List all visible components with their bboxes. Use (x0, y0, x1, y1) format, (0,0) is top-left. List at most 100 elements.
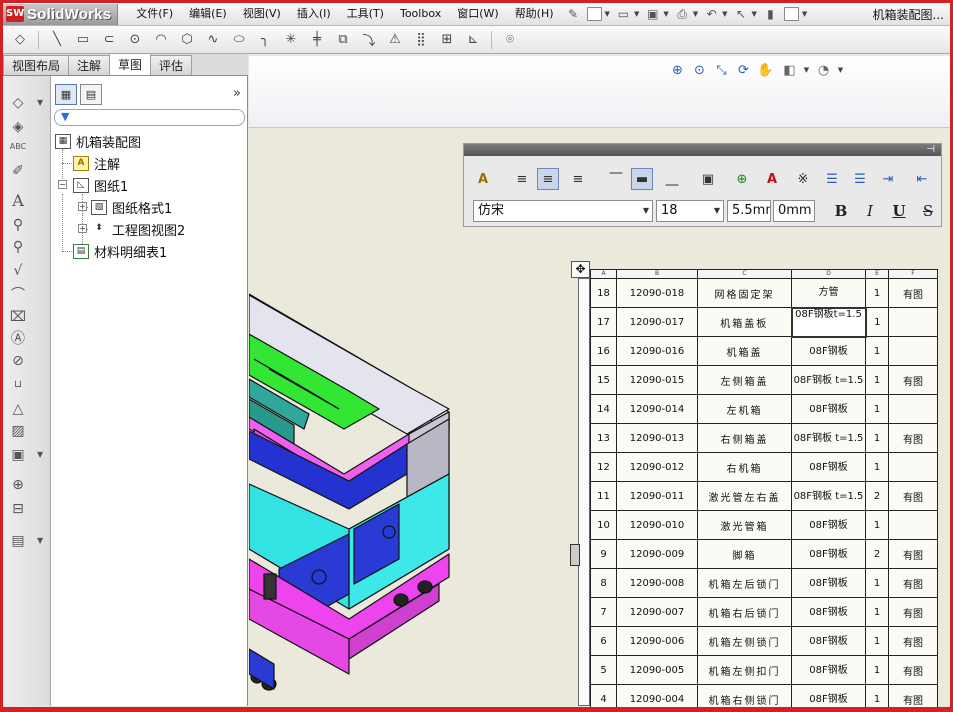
expand-toggle[interactable]: + (78, 224, 87, 233)
auto-balloon-icon[interactable]: ⚲ (9, 238, 27, 256)
column-header[interactable]: B (616, 269, 698, 279)
note-cell[interactable] (888, 510, 938, 540)
part-name-cell[interactable]: 机箱右侧锁门 (697, 684, 792, 712)
fillet-icon[interactable]: ╮ (254, 30, 276, 50)
tab-sketch[interactable]: 草图 (109, 53, 152, 75)
item-number-cell[interactable]: 14 (590, 394, 617, 424)
surface-finish-icon[interactable]: √ (9, 262, 27, 280)
move-entities-icon[interactable]: ⊞ (436, 30, 458, 50)
material-cell[interactable]: 08F钢板 (791, 336, 866, 366)
part-code-cell[interactable]: 12090-006 (616, 626, 698, 656)
item-number-cell[interactable]: 11 (590, 481, 617, 511)
slot-icon[interactable]: ⊂ (98, 30, 120, 50)
note-cell[interactable]: 有图 (888, 655, 938, 685)
hide-show-items-icon[interactable]: ◔ (815, 62, 832, 79)
note-cell[interactable]: 有图 (888, 481, 938, 511)
quantity-cell[interactable]: 1 (865, 423, 889, 453)
rapid-sketch-icon[interactable]: ⌾ (499, 30, 521, 50)
menu-help[interactable]: 帮助(H) (507, 3, 562, 25)
display-style-icon[interactable]: ◧ (781, 62, 798, 79)
part-code-cell[interactable]: 12090-011 (616, 481, 698, 511)
part-code-cell[interactable]: 12090-017 (616, 307, 698, 337)
column-header[interactable]: C (697, 269, 792, 279)
chevron-down-icon[interactable]: ▼ (37, 450, 43, 459)
part-code-cell[interactable]: 12090-010 (616, 510, 698, 540)
menu-toolbox[interactable]: Toolbox (392, 3, 449, 25)
link-property-icon[interactable]: ⊕ (731, 168, 753, 190)
datum-feature-icon[interactable]: Ⓐ (9, 330, 27, 348)
menu-view[interactable]: 视图(V) (235, 3, 289, 25)
tree-item-bom[interactable]: ▤ 材料明细表1 (73, 242, 167, 261)
chevron-down-icon[interactable]: ▼ (752, 10, 757, 18)
property-manager-tab-icon[interactable]: ▤ (80, 84, 102, 105)
smart-dimension-icon[interactable]: ◇ (9, 30, 31, 50)
part-code-cell[interactable]: 12090-008 (616, 568, 698, 598)
new-document-icon[interactable] (586, 7, 602, 21)
part-name-cell[interactable]: 机箱右后锁门 (697, 597, 792, 627)
quantity-cell[interactable]: 1 (865, 307, 889, 337)
chevron-down-icon[interactable]: ▼ (802, 10, 807, 18)
tree-filter-input[interactable]: ▼ (54, 109, 245, 126)
part-code-cell[interactable]: 12090-012 (616, 452, 698, 482)
chevron-down-icon[interactable]: ▼ (663, 10, 668, 18)
item-number-cell[interactable]: 16 (590, 336, 617, 366)
area-hatch-icon[interactable]: ▨ (9, 422, 27, 440)
font-size-select[interactable]: 18 ▼ (656, 200, 724, 222)
quantity-cell[interactable]: 1 (865, 655, 889, 685)
outdent-icon[interactable]: ⇤ (911, 168, 933, 190)
note-cell[interactable] (888, 452, 938, 482)
tab-view-layout[interactable]: 视图布局 (3, 55, 70, 75)
note-cell[interactable]: 有图 (888, 626, 938, 656)
quantity-cell[interactable]: 1 (865, 684, 889, 712)
display-relations-icon[interactable]: ⊾ (462, 30, 484, 50)
polygon-icon[interactable]: ⬡ (176, 30, 198, 50)
font-color-icon[interactable]: A (761, 168, 783, 190)
part-name-cell[interactable]: 激光管左右盖 (697, 481, 792, 511)
chevron-down-icon[interactable]: ▼ (605, 10, 610, 18)
collapse-toggle[interactable]: − (58, 180, 67, 189)
chevron-down-icon[interactable]: ▼ (722, 10, 727, 18)
align-center-icon[interactable]: ≡ (537, 168, 559, 190)
menu-edit[interactable]: 编辑(E) (181, 3, 235, 25)
app-logo[interactable]: SW SolidWorks (3, 3, 119, 25)
item-number-cell[interactable]: 9 (590, 539, 617, 569)
bill-of-materials-table[interactable]: A B C D E F 18 12090-018 网格固定架 方管 1 有图 17 12090… (590, 269, 938, 712)
item-number-cell[interactable]: 5 (590, 655, 617, 685)
undo-icon[interactable]: ↶ (704, 7, 719, 21)
part-name-cell[interactable]: 脚箱 (697, 539, 792, 569)
quantity-cell[interactable]: 1 (865, 452, 889, 482)
chevron-down-icon[interactable]: ▼ (37, 98, 43, 107)
select-arrow-icon[interactable]: ↖ (734, 7, 749, 21)
material-cell[interactable]: 08F钢板 t=1.5 (791, 481, 866, 511)
part-code-cell[interactable]: 12090-009 (616, 539, 698, 569)
centerline-icon[interactable]: ⊟ (9, 500, 27, 518)
tree-item-sheet-format[interactable]: ▧ 图纸格式1 (91, 198, 172, 217)
chevron-down-icon[interactable]: ▼ (693, 10, 698, 18)
part-code-cell[interactable]: 12090-005 (616, 655, 698, 685)
part-name-cell[interactable]: 机箱左后锁门 (697, 568, 792, 598)
part-code-cell[interactable]: 12090-007 (616, 597, 698, 627)
material-cell[interactable]: 08F钢板 (791, 394, 866, 424)
part-code-cell[interactable]: 12090-018 (616, 278, 698, 308)
material-cell[interactable]: 方管 (791, 278, 866, 308)
note-icon[interactable]: A (9, 192, 27, 210)
part-code-cell[interactable]: 12090-016 (616, 336, 698, 366)
pan-icon[interactable]: ✋ (757, 62, 774, 79)
item-number-cell[interactable]: 17 (590, 307, 617, 337)
feature-manager-tab-icon[interactable]: ▦ (55, 84, 77, 105)
material-cell[interactable]: 08F钢板 (791, 510, 866, 540)
mirror-icon[interactable]: ⚠ (384, 30, 406, 50)
save-icon[interactable]: ▣ (645, 7, 660, 21)
note-cell[interactable] (888, 394, 938, 424)
material-cell[interactable]: 08F钢板 (791, 655, 866, 685)
format-painter-icon[interactable]: ✐ (9, 162, 27, 180)
strikethrough-button[interactable]: S (917, 200, 939, 222)
numbering-icon[interactable]: ☰ (849, 168, 871, 190)
tree-item-annotations[interactable]: A 注解 (73, 154, 120, 173)
item-number-cell[interactable]: 18 (590, 278, 617, 308)
note-cell[interactable]: 有图 (888, 278, 938, 308)
print-icon[interactable]: ⎙ (675, 7, 690, 21)
hole-callout-icon[interactable]: ⌧ (9, 308, 27, 326)
options-icon[interactable] (783, 7, 799, 21)
align-top-icon[interactable]: ⎺ (605, 168, 627, 190)
